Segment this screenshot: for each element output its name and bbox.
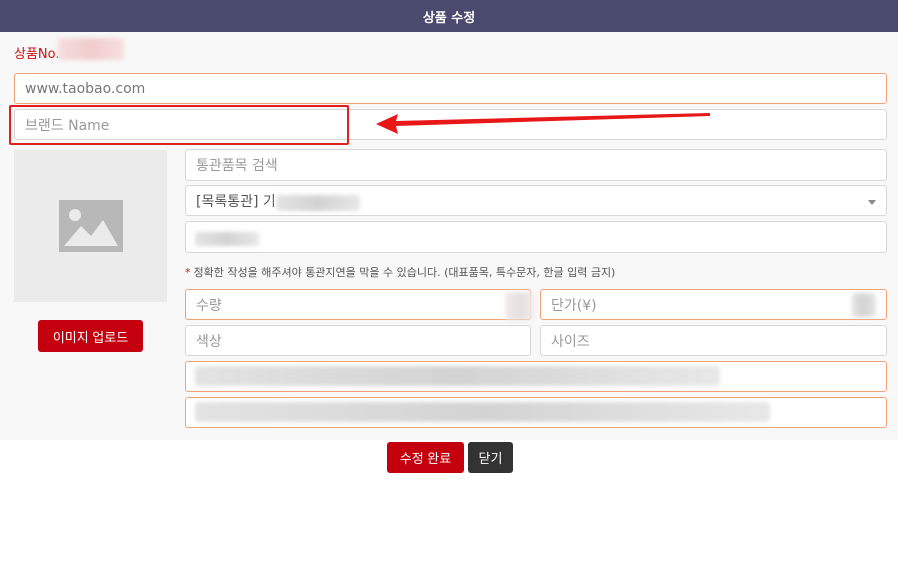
option-field-2-redacted <box>195 402 770 422</box>
customs-select-redacted <box>276 195 360 211</box>
input-warning-hint: * 정확한 작성을 해주셔야 통관지연을 막을 수 있습니다. (대표품목, 특수… <box>185 264 615 280</box>
hint-text: 정확한 작성을 해주셔야 통관지연을 막을 수 있습니다. (대표품목, 특수문… <box>193 266 616 279</box>
quantity-placeholder: 수량 <box>196 297 222 314</box>
url-field[interactable]: www.taobao.com <box>14 73 887 104</box>
color-field[interactable]: 색상 <box>185 325 531 356</box>
customs-detail-field[interactable] <box>185 221 887 253</box>
customs-search-placeholder: 통관품목 검색 <box>196 158 278 174</box>
unit-price-placeholder: 단가(¥) <box>551 297 597 314</box>
customs-item-search-input[interactable]: 통관품목 검색 <box>185 149 887 181</box>
product-number-label: 상품No. <box>14 47 60 62</box>
quantity-field[interactable]: 수량 <box>185 289 531 320</box>
product-number-redacted <box>58 38 124 60</box>
close-button[interactable]: 닫기 <box>468 442 513 473</box>
save-changes-button[interactable]: 수정 완료 <box>387 442 464 473</box>
chevron-down-icon <box>868 200 876 205</box>
size-placeholder: 사이즈 <box>551 333 590 350</box>
quantity-redacted <box>505 292 533 320</box>
size-field[interactable]: 사이즈 <box>540 325 887 356</box>
arrow-left-icon <box>376 113 710 134</box>
unit-price-redacted <box>852 293 876 317</box>
product-image-placeholder <box>14 150 167 302</box>
customs-select-value: [목록통관] 기 <box>196 193 276 210</box>
required-star: * <box>185 266 191 279</box>
image-upload-button[interactable]: 이미지 업로드 <box>38 320 143 352</box>
color-placeholder: 색상 <box>196 333 222 350</box>
customs-detail-redacted <box>195 232 259 246</box>
unit-price-field[interactable]: 단가(¥) <box>540 289 887 320</box>
image-placeholder-icon <box>58 200 123 252</box>
window-title: 상품 수정 <box>0 0 898 32</box>
annotation-highlight-box <box>9 105 349 145</box>
option-field-1-redacted <box>195 366 720 386</box>
